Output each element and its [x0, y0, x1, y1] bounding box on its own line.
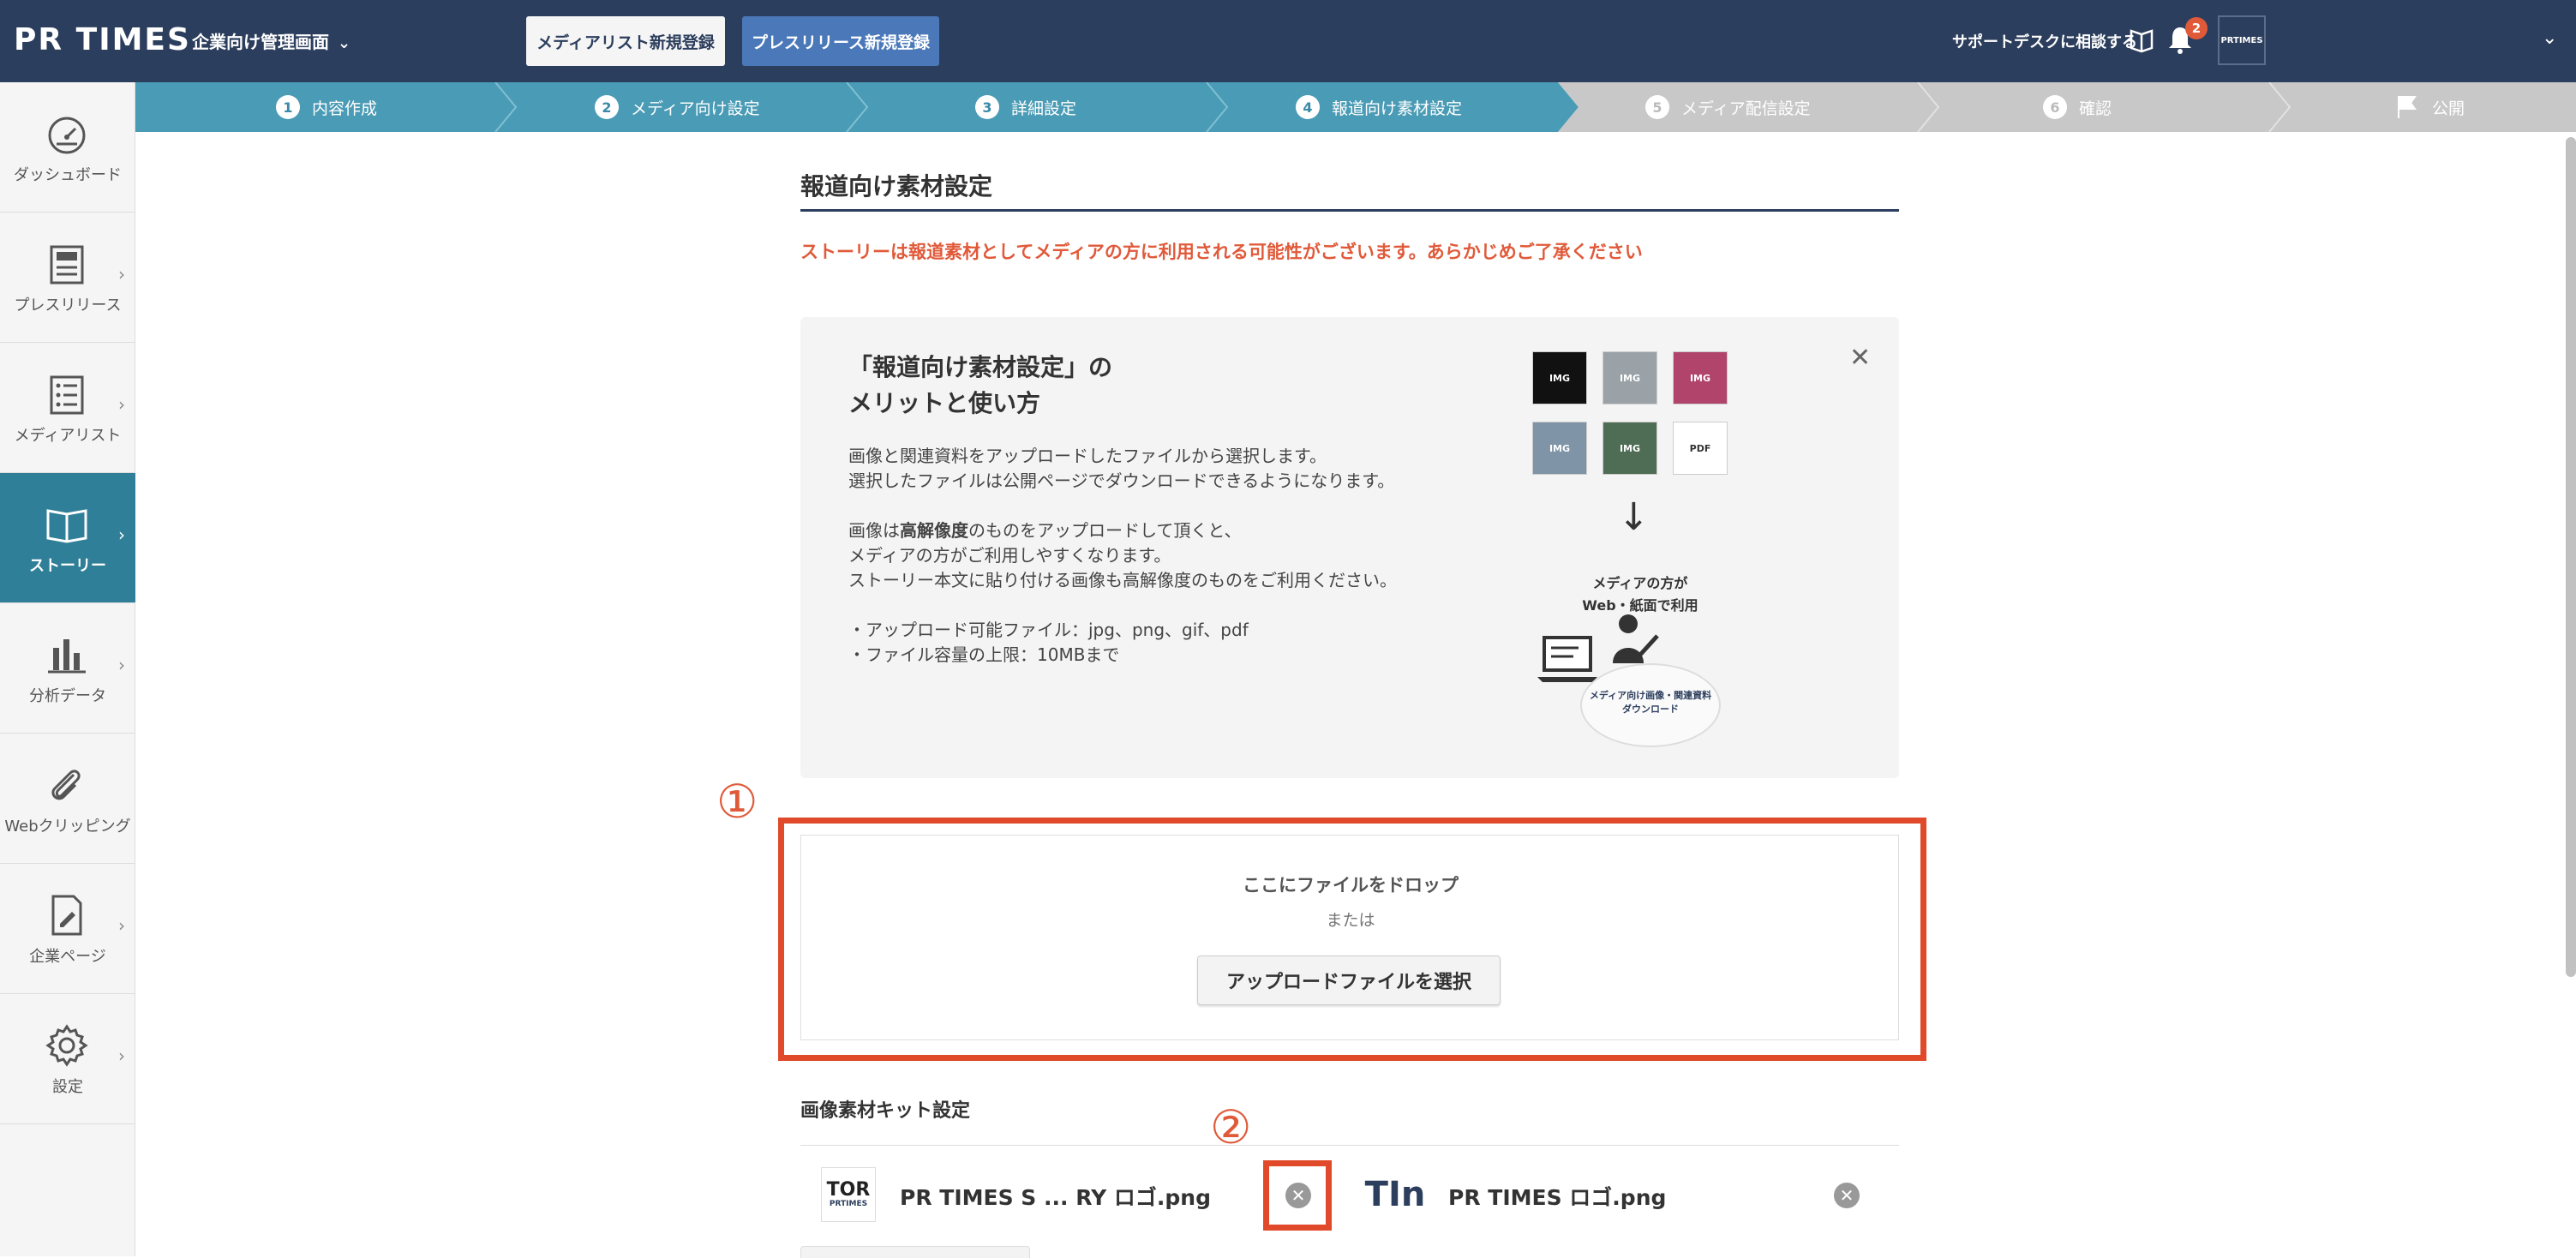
chevron-right-icon: › [118, 1045, 125, 1066]
sidebar-item-press-release[interactable]: プレスリリース › [0, 213, 135, 343]
remove-file-button[interactable]: ✕ [1834, 1183, 1860, 1208]
chevron-right-icon: › [118, 655, 125, 675]
sidebar-item-label: 設定 [52, 1078, 83, 1096]
chevron-right-icon: › [118, 394, 125, 415]
step-2[interactable]: 2 メディア向け設定 [595, 82, 760, 132]
paperclip-icon [51, 770, 81, 800]
press-release-register-button[interactable]: プレスリリース新規登録 [742, 16, 939, 66]
warning-text: ストーリーは報道素材としてメディアの方に利用される可能性がございます。あらかじめ… [800, 242, 1643, 262]
image-file-thumbnail: IMG [1673, 351, 1728, 404]
sidebar-item-label: Webクリッピング [4, 818, 131, 836]
file-name: PR TIMES ロゴ.png [1448, 1185, 1667, 1210]
image-file-thumbnail: IMG [1603, 351, 1657, 404]
step-1[interactable]: 1 内容作成 [276, 82, 377, 132]
prtimes-mini-logo: PRTIMES [829, 1200, 868, 1208]
sidebar-item-settings[interactable]: 設定 › [0, 994, 135, 1124]
document-icon [50, 245, 84, 285]
media-use-text: メディアの方が Web・紙面で利用 [1582, 575, 1698, 614]
annotation-marker-2: ② [1210, 1100, 1252, 1154]
bar-chart-icon [48, 639, 86, 674]
dropzone-title: ここにファイルをドロップ [1243, 875, 1459, 896]
sidebar: ダッシュボード プレスリリース › メディアリスト › ストーリー › 分析デー… [0, 82, 135, 1256]
list-icon [50, 375, 84, 415]
sidebar-item-label: 企業ページ [29, 948, 106, 966]
sidebar-item-label: ストーリー [29, 557, 106, 575]
chevron-right-icon: › [118, 915, 125, 936]
dashboard-icon [48, 117, 86, 154]
scrollbar[interactable] [2566, 137, 2576, 977]
step-3[interactable]: 3 詳細設定 [975, 82, 1076, 132]
select-upload-file-button[interactable]: アップロードファイルを選択 [1197, 955, 1501, 1005]
highlight-box [1263, 1160, 1332, 1231]
gear-icon [45, 1024, 88, 1067]
file-name: PR TIMES S ... RY ロゴ.png [900, 1185, 1211, 1210]
book-icon [46, 509, 87, 543]
laptop-icon [1537, 636, 1597, 682]
sidebar-item-label: ダッシュボード [14, 166, 122, 184]
sidebar-item-analytics[interactable]: 分析データ › [0, 603, 135, 734]
info-panel: 「報道向け素材設定」の メリットと使い方 画像と関連資料をアップロードしたファイ… [800, 317, 1899, 778]
download-bubble: メディア向け画像・関連資料 ダウンロード [1580, 663, 1721, 747]
arrow-down-icon: ↓ [1618, 495, 1650, 539]
sidebar-item-company-page[interactable]: 企業ページ › [0, 864, 135, 994]
chevron-down-icon[interactable]: ⌄ [2542, 27, 2557, 49]
sidebar-item-story[interactable]: ストーリー › [0, 473, 135, 603]
image-file-thumbnail: IMG [1532, 422, 1587, 475]
avatar[interactable]: PRTIMES [2218, 15, 2266, 65]
flag-icon [2398, 96, 2417, 118]
step-publish: 公開 [2394, 82, 2465, 132]
sidebar-item-label: メディアリスト [14, 427, 122, 445]
sidebar-item-dashboard[interactable]: ダッシュボード [0, 82, 135, 213]
book-open-icon[interactable] [2129, 26, 2154, 53]
image-kit-title: 画像素材キット設定 [800, 1100, 971, 1122]
sidebar-item-media-list[interactable]: メディアリスト › [0, 343, 135, 473]
title-underline [800, 209, 1899, 212]
sidebar-item-label: プレスリリース [14, 297, 122, 314]
progress-steps: 1 内容作成 2 メディア向け設定 3 詳細設定 4 報道向け素材設定 5 メディア配信設… [135, 82, 2576, 132]
step-6: 6 確認 [2043, 82, 2112, 132]
divider [800, 1145, 1899, 1146]
page-title: 報道向け素材設定 [800, 172, 993, 201]
notification-badge: 2 [2185, 17, 2208, 39]
edit-page-icon [51, 895, 82, 936]
prtimes-logo[interactable]: PR TIMES [14, 22, 191, 57]
pdf-file-thumbnail: PDF [1673, 422, 1728, 475]
person-writing-icon [1613, 614, 1659, 663]
chevron-right-icon: › [118, 264, 125, 285]
file-dropzone[interactable]: ここにファイルをドロップ または アップロードファイルを選択 [800, 835, 1899, 1040]
info-title: 「報道向け素材設定」の メリットと使い方 [848, 353, 1113, 417]
file-thumbnail: TOR PRTIMES [821, 1167, 876, 1222]
image-file-thumbnail: IMG [1603, 422, 1657, 475]
sidebar-item-label: 分析データ [29, 687, 106, 705]
chevron-down-icon: ⌄ [338, 34, 351, 52]
dropzone-or-text: または [1326, 911, 1375, 930]
chevron-right-icon: › [118, 524, 125, 545]
file-thumbnail: TIn [1364, 1175, 1426, 1214]
info-body: 画像と関連資料をアップロードしたファイルから選択します。 選択したファイルは公開ペ… [848, 446, 1397, 665]
company-menu[interactable]: 企業向け管理画面 ⌄ [192, 28, 350, 53]
sidebar-item-web-clipping[interactable]: Webクリッピング [0, 734, 135, 864]
step-5: 5 メディア配信設定 [1645, 82, 1811, 132]
annotation-marker-1: ① [716, 775, 758, 829]
support-desk-link[interactable]: サポートデスクに相談する [1952, 30, 2137, 52]
media-list-register-button[interactable]: メディアリスト新規登録 [526, 16, 725, 66]
top-header: PR TIMES 企業向け管理画面 ⌄ メディアリスト新規登録 プレスリリース新規… [0, 0, 2576, 82]
image-file-thumbnail: IMG [1532, 351, 1587, 404]
step-4[interactable]: 4 報道向け素材設定 [1296, 82, 1462, 132]
company-menu-label: 企業向け管理画面 [192, 32, 329, 52]
close-icon[interactable]: ✕ [1849, 343, 1871, 373]
